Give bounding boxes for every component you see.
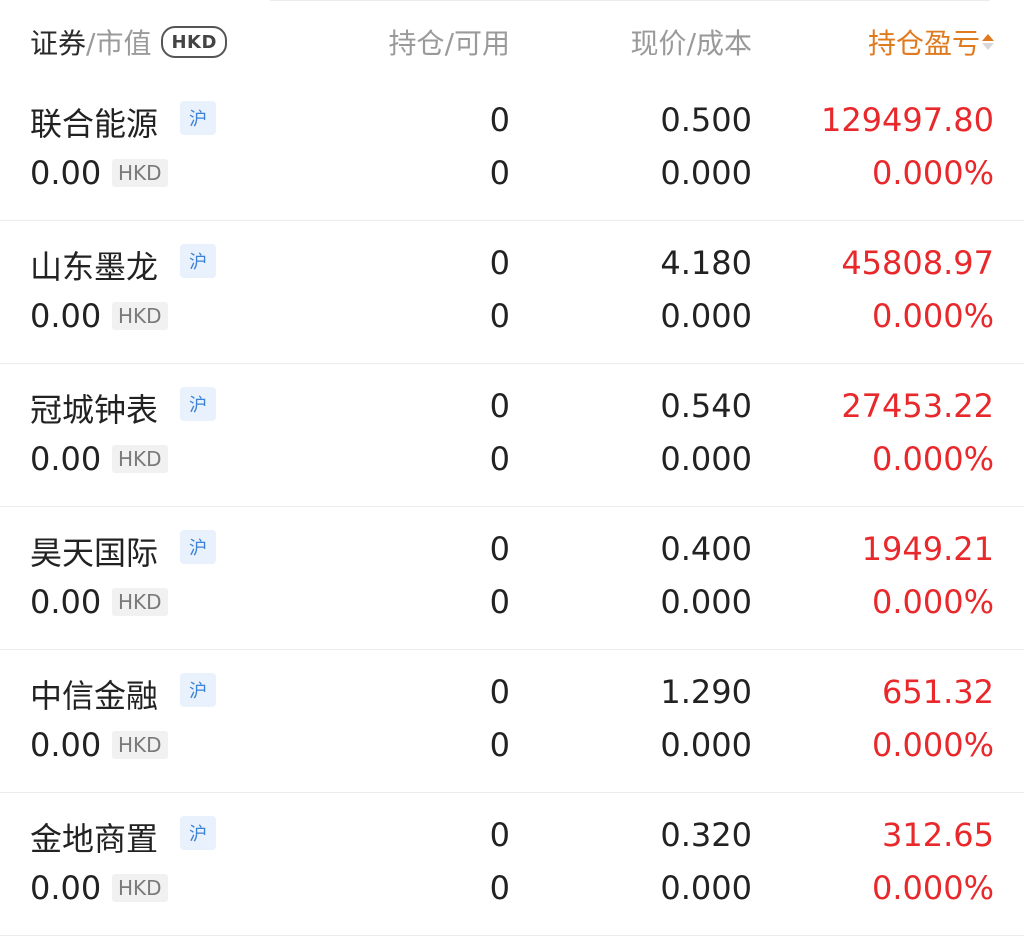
table-row[interactable]: 昊天国际 沪 0.00 HKD 0 0 0.400 0.000 1949.21 …	[0, 506, 1024, 650]
pl-percent: 0.000%	[871, 440, 994, 478]
position-qty: 0	[489, 101, 510, 139]
position-qty: 0	[489, 387, 510, 425]
holdings-header: 证券 /市值 HKD 持仓/可用 现价/成本 持仓盈亏	[0, 0, 1024, 80]
table-row[interactable]: 金地商置 沪 0.00 HKD 0 0 0.320 0.000 312.65 0…	[0, 792, 1024, 936]
market-value: 0.00	[30, 297, 102, 335]
position-qty: 0	[489, 530, 510, 568]
available-qty: 0	[489, 297, 510, 335]
position-qty: 0	[489, 673, 510, 711]
position-qty: 0	[489, 816, 510, 854]
pl-amount: 27453.22	[841, 387, 994, 425]
cost-price: 0.000	[660, 583, 752, 621]
market-badge: 沪	[180, 387, 216, 421]
stock-name: 山东墨龙	[30, 248, 159, 286]
currency-tag: HKD	[112, 159, 168, 187]
currency-tag: HKD	[112, 874, 168, 902]
available-qty: 0	[489, 726, 510, 764]
stock-name: 中信金融	[30, 677, 159, 715]
available-qty: 0	[489, 440, 510, 478]
sort-icon	[982, 34, 994, 50]
header-price[interactable]: 现价/成本	[631, 22, 752, 62]
cost-price: 0.000	[660, 869, 752, 907]
available-qty: 0	[489, 154, 510, 192]
pl-amount: 651.32	[882, 673, 994, 711]
pl-percent: 0.000%	[871, 869, 994, 907]
header-security[interactable]: 证券 /市值 HKD	[30, 22, 227, 62]
stock-name: 昊天国际	[30, 534, 159, 572]
table-row[interactable]: 冠城钟表 沪 0.00 HKD 0 0 0.540 0.000 27453.22…	[0, 363, 1024, 507]
header-pl-sort[interactable]: 持仓盈亏	[868, 22, 994, 62]
header-price-label: 现价	[630, 27, 687, 60]
market-value: 0.00	[30, 583, 102, 621]
header-cost-label: /成本	[686, 27, 752, 60]
stock-name: 联合能源	[30, 105, 159, 143]
cost-price: 0.000	[660, 154, 752, 192]
header-position-label: 持仓	[388, 27, 445, 60]
currency-tag: HKD	[112, 445, 168, 473]
pl-percent: 0.000%	[871, 154, 994, 192]
current-price: 0.540	[660, 387, 752, 425]
pl-amount: 1949.21	[861, 530, 994, 568]
header-position[interactable]: 持仓/可用	[389, 22, 510, 62]
current-price: 0.400	[660, 530, 752, 568]
current-price: 4.180	[660, 244, 752, 282]
header-security-label: 证券	[30, 27, 87, 60]
stock-name: 冠城钟表	[30, 391, 159, 429]
cost-price: 0.000	[660, 440, 752, 478]
market-value: 0.00	[30, 726, 102, 764]
market-badge: 沪	[180, 673, 216, 707]
pl-amount: 129497.80	[820, 101, 994, 139]
currency-tag: HKD	[112, 302, 168, 330]
cost-price: 0.000	[660, 726, 752, 764]
table-row[interactable]: 联合能源 沪 0.00 HKD 0 0 0.500 0.000 129497.8…	[0, 77, 1024, 221]
pl-percent: 0.000%	[871, 297, 994, 335]
current-price: 0.500	[660, 101, 752, 139]
table-row[interactable]: 山东墨龙 沪 0.00 HKD 0 0 4.180 0.000 45808.97…	[0, 220, 1024, 364]
current-price: 0.320	[660, 816, 752, 854]
market-badge: 沪	[180, 530, 216, 564]
market-badge: 沪	[180, 816, 216, 850]
pl-percent: 0.000%	[871, 583, 994, 621]
market-value: 0.00	[30, 869, 102, 907]
header-pl-label: 持仓盈亏	[867, 27, 980, 60]
cost-price: 0.000	[660, 297, 752, 335]
header-market-value-label: /市值	[86, 27, 152, 60]
position-qty: 0	[489, 244, 510, 282]
available-qty: 0	[489, 583, 510, 621]
currency-switch-badge[interactable]: HKD	[161, 26, 227, 58]
stock-name: 金地商置	[30, 820, 159, 858]
pl-amount: 312.65	[882, 816, 994, 854]
market-value: 0.00	[30, 154, 102, 192]
market-badge: 沪	[180, 101, 216, 135]
current-price: 1.290	[660, 673, 752, 711]
currency-tag: HKD	[112, 731, 168, 759]
header-available-label: /可用	[444, 27, 510, 60]
table-row[interactable]: 中信金融 沪 0.00 HKD 0 0 1.290 0.000 651.32 0…	[0, 649, 1024, 793]
pl-amount: 45808.97	[841, 244, 994, 282]
available-qty: 0	[489, 869, 510, 907]
currency-tag: HKD	[112, 588, 168, 616]
market-badge: 沪	[180, 244, 216, 278]
pl-percent: 0.000%	[871, 726, 994, 764]
market-value: 0.00	[30, 440, 102, 478]
